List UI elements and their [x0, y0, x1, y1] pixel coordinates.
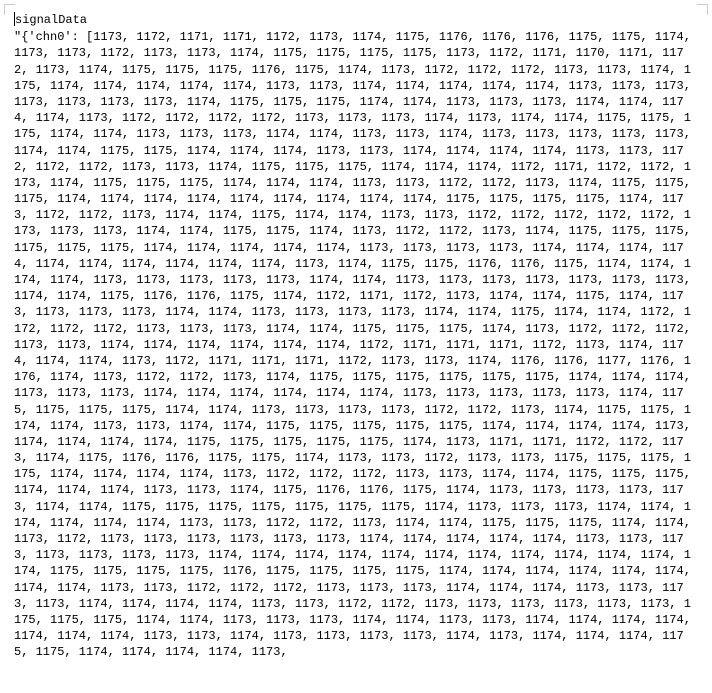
header-line: signalData: [14, 12, 698, 28]
crop-corner-tl: [4, 4, 15, 15]
variable-name: signalData: [15, 13, 87, 27]
text-viewer-page: signalData "{'chn0': [1173, 1172, 1171, …: [0, 0, 712, 693]
crop-corner-tr: [697, 4, 708, 15]
json-string-body: "{'chn0': [1173, 1172, 1171, 1171, 1172,…: [14, 29, 698, 660]
